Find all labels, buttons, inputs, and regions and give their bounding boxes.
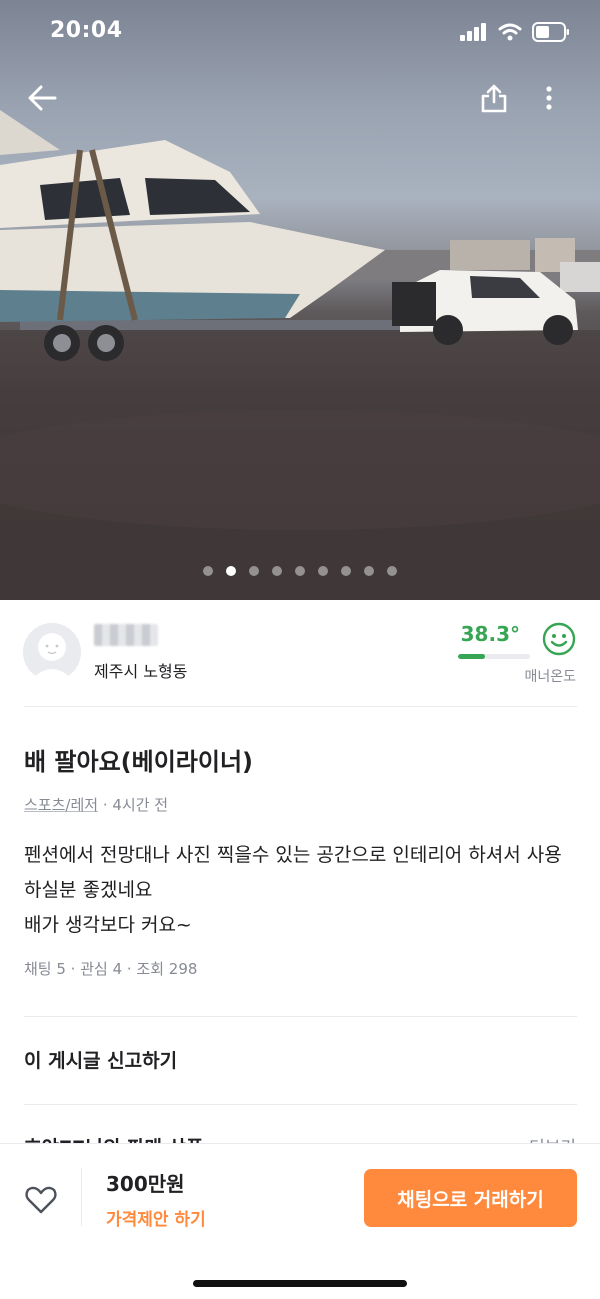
post-category-link[interactable]: 스포츠/레저 [24, 796, 98, 814]
share-button[interactable] [474, 78, 514, 118]
status-time: 20:04 [50, 18, 123, 43]
manner-face-icon [542, 622, 576, 656]
page-dot [249, 566, 259, 576]
divider [24, 706, 577, 707]
page-dot [272, 566, 282, 576]
price-offer-button[interactable]: 가격제안 하기 [106, 1205, 206, 1230]
battery-icon [532, 22, 569, 42]
default-profile-icon [30, 633, 74, 681]
price: 300만원 [106, 1172, 185, 1196]
manner-temperature-fill [458, 654, 486, 659]
page-dot [341, 566, 351, 576]
heart-icon[interactable] [24, 1183, 58, 1217]
seller-region: 제주시 노형동 [94, 662, 188, 681]
page-dot [295, 566, 305, 576]
more-vertical-icon [546, 86, 552, 110]
post-meta: 스포츠/레저 · 4시간 전 [24, 794, 168, 815]
product-image-carousel[interactable]: 20:04 [0, 0, 600, 600]
divider [81, 1168, 82, 1226]
seller-profile[interactable]: 제주시 노형동 38.3° 매너온도 [0, 600, 600, 707]
wifi-icon [498, 23, 522, 41]
signal-icon [460, 23, 486, 41]
manner-label: 매너온도 [524, 669, 576, 685]
bottom-action-bar: 300만원 가격제안 하기 채팅으로 거래하기 [0, 1143, 600, 1299]
page-dot [318, 566, 328, 576]
home-indicator [193, 1280, 407, 1287]
divider [24, 1104, 577, 1105]
report-post-button[interactable]: 이 게시글 신고하기 [24, 1046, 177, 1073]
page-dot [364, 566, 374, 576]
divider [24, 1016, 577, 1017]
page-dot-active [226, 566, 236, 576]
page-dot [387, 566, 397, 576]
page-dot [203, 566, 213, 576]
post-time: 4시간 전 [112, 796, 169, 814]
image-pagination [0, 566, 600, 576]
back-arrow-icon [28, 85, 57, 111]
manner-temperature-bar [458, 654, 530, 659]
post-stats: 채팅 5 · 관심 4 · 조회 298 [24, 960, 198, 978]
status-bar: 20:04 [0, 0, 600, 66]
back-button[interactable] [22, 78, 62, 118]
manner-temperature: 38.3° [460, 622, 520, 646]
post-title: 배 팔아요(베이라이너) [24, 748, 254, 776]
chat-trade-button[interactable]: 채팅으로 거래하기 [364, 1169, 577, 1227]
post-body: 펜션에서 전망대나 사진 찍을수 있는 공간으로 인테리어 하셔서 사용하실분 … [24, 844, 562, 936]
avatar[interactable] [23, 623, 81, 681]
more-options-button[interactable] [529, 78, 569, 118]
share-icon [481, 84, 507, 113]
meta-separator: · [102, 796, 113, 814]
seller-nickname-blurred [94, 624, 158, 646]
